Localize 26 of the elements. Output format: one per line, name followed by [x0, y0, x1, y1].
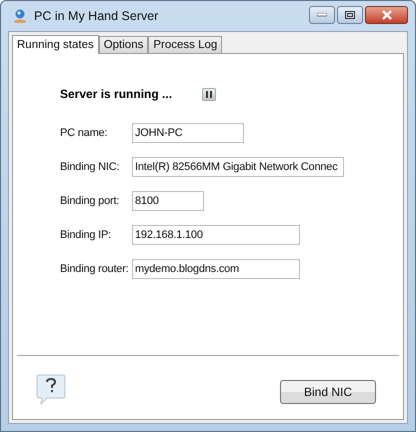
pause-button[interactable] — [202, 88, 216, 100]
field-label: Binding router: — [60, 263, 130, 275]
window-title: PC in My Hand Server — [34, 9, 160, 23]
field-label: Binding IP: — [60, 229, 112, 241]
pause-icon — [206, 90, 212, 98]
field-label: Binding NIC: — [60, 161, 120, 173]
text-field[interactable]: Intel(R) 82566MM Gigabit Network Connec — [132, 157, 344, 177]
field-label: PC name: — [60, 127, 108, 139]
status-text: Server is running ... — [60, 87, 174, 101]
app-icon — [12, 8, 28, 24]
tab[interactable]: Process Log — [148, 36, 222, 53]
text-field[interactable]: 192.168.1.100 — [132, 225, 300, 245]
close-button[interactable] — [365, 6, 408, 24]
maximize-button[interactable] — [337, 6, 363, 24]
field-label: Binding port: — [60, 195, 120, 207]
help-icon[interactable] — [36, 374, 66, 405]
minimize-icon — [317, 13, 327, 17]
text-field[interactable]: mydemo.blogdns.com — [132, 259, 300, 279]
tab[interactable]: Running states — [12, 35, 99, 54]
tab[interactable]: Options — [98, 36, 148, 53]
close-icon — [380, 10, 392, 20]
maximize-icon — [345, 11, 355, 19]
text-field[interactable]: 8100 — [132, 191, 204, 211]
bind-nic-button[interactable]: Bind NIC — [280, 380, 376, 404]
minimize-button[interactable] — [309, 6, 335, 24]
text-field[interactable]: JOHN-PC — [132, 123, 244, 143]
